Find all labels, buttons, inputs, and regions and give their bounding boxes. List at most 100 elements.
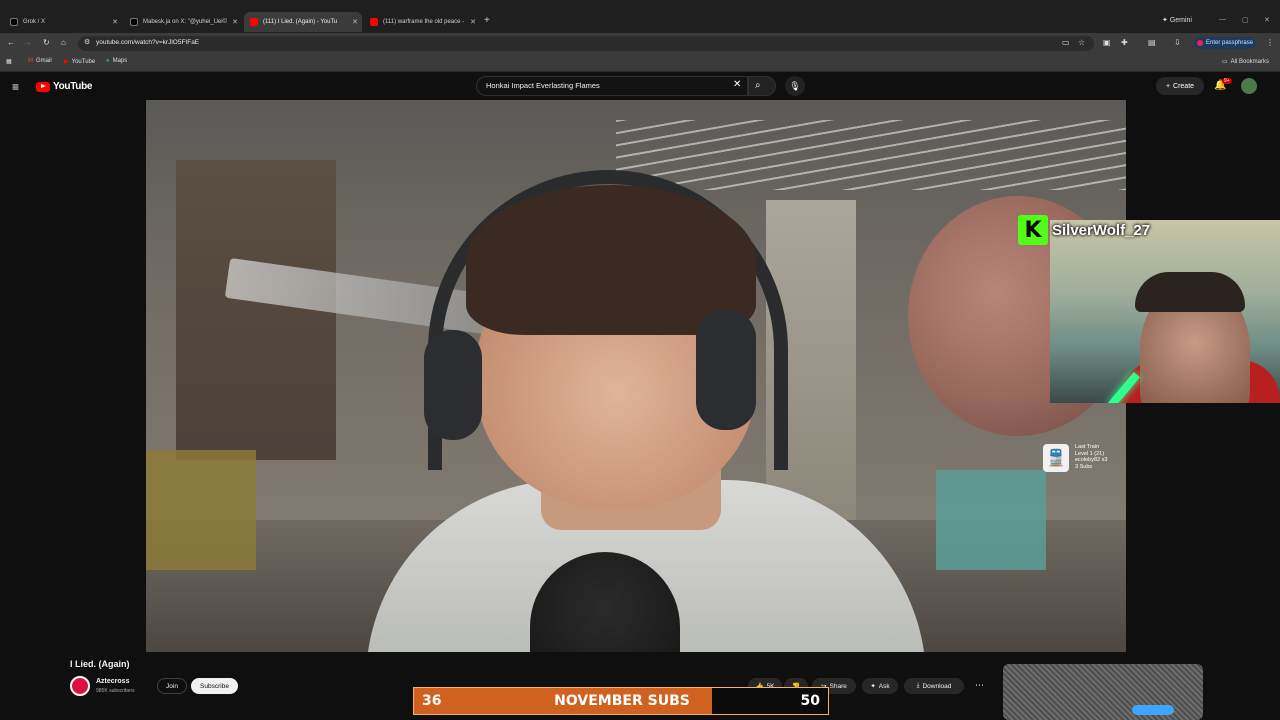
- bookmark-youtube[interactable]: ▶ YouTube: [64, 58, 96, 66]
- headphone-cup-left: [424, 330, 482, 440]
- streamer-name: SilverWolf_27: [1052, 221, 1151, 239]
- hamburger-menu-icon[interactable]: ≡: [12, 80, 19, 94]
- maximize-icon[interactable]: ▢: [1242, 16, 1249, 24]
- forward-arrow-icon[interactable]: →: [24, 38, 32, 47]
- subscriber-count: 985K subscribers: [96, 688, 135, 694]
- youtube-favicon-icon: [250, 18, 258, 26]
- video-title: I Lied. (Again): [70, 659, 130, 669]
- ask-label: Ask: [878, 682, 890, 690]
- close-tab-icon[interactable]: ✕: [112, 18, 118, 26]
- channel-name[interactable]: Aztecross: [96, 678, 129, 685]
- home-icon[interactable]: ⌂: [61, 38, 66, 47]
- tab-grok[interactable]: Grok / X ✕: [4, 12, 122, 32]
- all-bookmarks-button[interactable]: ▭ All Bookmarks: [1222, 58, 1270, 66]
- clear-search-icon[interactable]: ✕: [733, 79, 741, 90]
- gemini-button[interactable]: ✦ Gemini: [1162, 16, 1192, 24]
- last-train-line: 3 Subs: [1075, 463, 1093, 470]
- gmail-icon: M: [28, 58, 33, 64]
- voice-search-mic-icon[interactable]: 🎙: [785, 76, 805, 96]
- tab-youtube-active[interactable]: (111) I Lied. (Again) - YouTu ✕: [244, 12, 362, 32]
- create-label: Create: [1173, 82, 1195, 90]
- tab-label: (111) I Lied. (Again) - YouTu: [263, 19, 338, 25]
- close-tab-icon[interactable]: ✕: [470, 18, 476, 26]
- notification-badge: 9+: [1222, 78, 1232, 84]
- address-bar[interactable]: [78, 36, 1094, 51]
- minimize-icon[interactable]: —: [1219, 16, 1226, 23]
- tab-label: Grok / X: [23, 19, 46, 25]
- profile-dot-icon: [1197, 40, 1203, 46]
- subs-goal-bar: 36 NOVEMBER SUBS 50: [413, 687, 829, 715]
- kick-logo-icon: K: [1018, 215, 1048, 245]
- extension-icon[interactable]: ▣: [1103, 38, 1111, 47]
- search-button[interactable]: [748, 76, 776, 96]
- more-actions-icon[interactable]: ⋯: [975, 680, 984, 691]
- account-avatar[interactable]: [1241, 78, 1257, 94]
- bookmark-label: YouTube: [71, 58, 96, 65]
- last-train-text: Last Train Level 1 (21) ecoleby82 x3 3 S…: [1075, 444, 1107, 470]
- subs-goal-count: 50: [800, 693, 820, 709]
- close-tab-icon[interactable]: ✕: [232, 18, 238, 26]
- youtube-play-icon: [36, 81, 50, 92]
- streamer-name-badge: K SilverWolf_27: [1018, 215, 1150, 245]
- scene-machine: [936, 470, 1046, 570]
- sidebar-cta-button[interactable]: [1132, 705, 1174, 715]
- bookmark-gmail[interactable]: M Gmail: [28, 58, 52, 64]
- x-logo-icon: [10, 18, 18, 26]
- youtube-logo-text: YouTube: [53, 81, 93, 92]
- site-info-icon[interactable]: ⚙: [84, 38, 90, 46]
- side-panel-icon[interactable]: ▤: [1148, 38, 1156, 47]
- scene-structure: [176, 160, 336, 460]
- new-tab-plus-icon[interactable]: +: [484, 15, 490, 26]
- download-label: Download: [922, 682, 952, 690]
- ask-button[interactable]: ✦ Ask: [862, 678, 898, 694]
- train-icon: 🚆: [1043, 444, 1069, 472]
- x-logo-icon: [130, 18, 138, 26]
- cast-icon[interactable]: ▭: [1062, 38, 1070, 47]
- search-icon[interactable]: ⌕: [755, 80, 761, 91]
- download-tray-icon[interactable]: ⇩: [1174, 38, 1181, 47]
- close-window-icon[interactable]: ✕: [1264, 16, 1270, 24]
- passphrase-label: Enter passphrase: [1206, 40, 1254, 46]
- tab-youtube-warframe[interactable]: (111) warframe the old peace - ✕: [364, 12, 480, 32]
- tab-label: (111) warframe the old peace -: [383, 19, 465, 25]
- streamer-webcam: [1050, 220, 1280, 403]
- youtube-icon: ▶: [64, 59, 69, 65]
- youtube-logo[interactable]: YouTube: [36, 81, 93, 92]
- tab-mabesk[interactable]: Mabesk.ja on X: "@yuhei_Uei© ✕: [124, 12, 242, 32]
- bookmark-star-icon[interactable]: ☆: [1078, 38, 1085, 47]
- search-query-text[interactable]: Honkai Impact Everlasting Flames: [486, 81, 600, 90]
- last-train-overlay: 🚆 Last Train Level 1 (21) ecoleby82 x3 3…: [1043, 444, 1107, 472]
- scene-light-strip: [616, 120, 1126, 190]
- download-button[interactable]: ⤓ Download: [904, 678, 964, 694]
- youtube-favicon-icon: [370, 18, 378, 26]
- apps-grid-icon[interactable]: ▦: [6, 58, 12, 65]
- tab-label: Mabesk.ja on X: "@yuhei_Uei©: [143, 19, 228, 25]
- back-arrow-icon[interactable]: ←: [7, 38, 15, 47]
- subs-goal-title: NOVEMBER SUBS: [554, 693, 690, 709]
- bookmark-label: Maps: [112, 58, 128, 64]
- channel-avatar[interactable]: [70, 676, 90, 696]
- headphone-cup-right: [696, 310, 756, 430]
- url-text[interactable]: youtube.com/watch?v=krJlO5FIFaE: [96, 39, 199, 46]
- share-label: Share: [829, 682, 847, 690]
- browser-menu-icon[interactable]: ⋮: [1266, 38, 1274, 47]
- gemini-label: Gemini: [1169, 17, 1192, 24]
- download-icon: ⤓: [916, 682, 920, 689]
- puzzle-extensions-icon[interactable]: ✚: [1121, 38, 1128, 47]
- close-tab-icon[interactable]: ✕: [352, 18, 358, 26]
- create-button[interactable]: + Create: [1156, 77, 1204, 95]
- sparkle-icon: ✦: [870, 683, 876, 690]
- passphrase-button[interactable]: Enter passphrase: [1194, 37, 1256, 49]
- reload-icon[interactable]: ↻: [43, 38, 50, 47]
- plus-icon: +: [1165, 82, 1171, 90]
- bookmark-maps[interactable]: ● Maps: [106, 58, 127, 64]
- last-train-line: ecoleby82 x3: [1075, 457, 1108, 463]
- video-player[interactable]: [146, 100, 1126, 652]
- join-button[interactable]: Join: [157, 678, 187, 694]
- bookmark-label: Gmail: [36, 58, 52, 64]
- scene-crate: [146, 450, 256, 570]
- all-bookmarks-label: All Bookmarks: [1230, 58, 1270, 65]
- webcam-hat: [1135, 272, 1245, 312]
- folder-icon: ▭: [1222, 59, 1228, 65]
- subscribe-button[interactable]: Subscribe: [191, 678, 238, 694]
